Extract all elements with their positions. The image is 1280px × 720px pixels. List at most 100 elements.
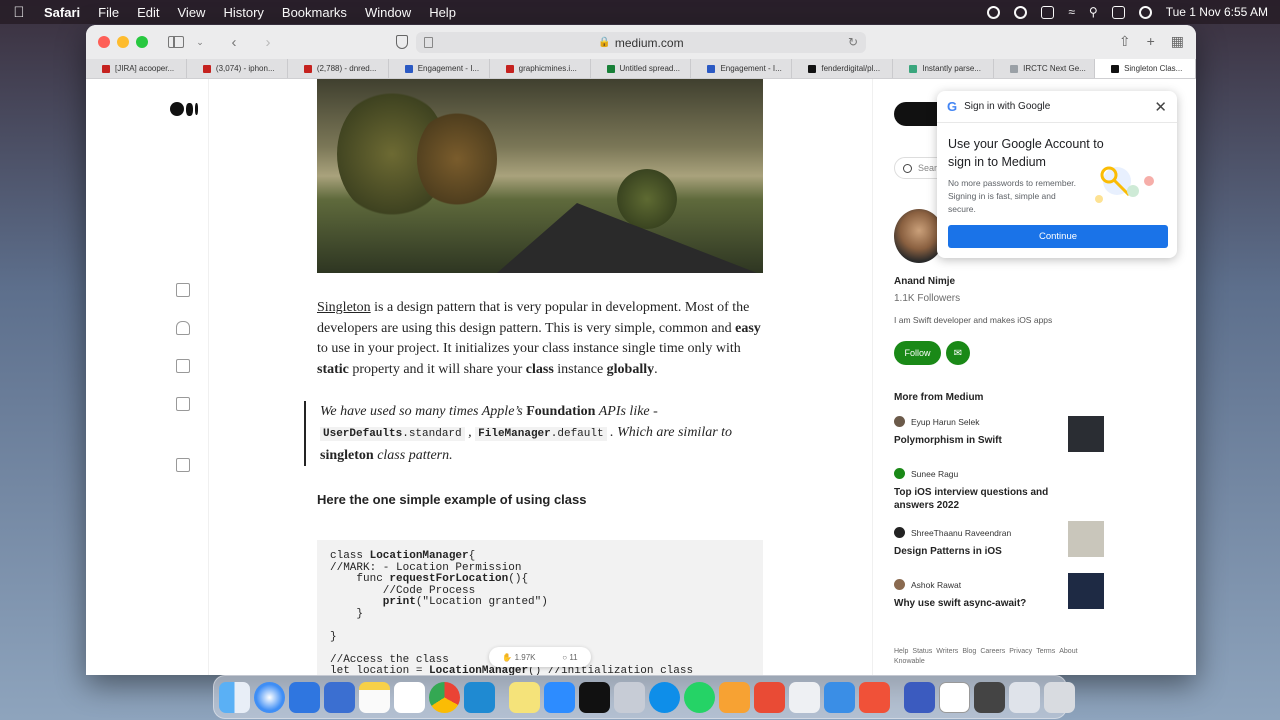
- story-thumbnail[interactable]: [1068, 521, 1104, 557]
- reload-icon[interactable]: ↻: [848, 35, 858, 49]
- menu-file[interactable]: File: [98, 5, 119, 20]
- story-author[interactable]: Ashok Rawat: [911, 580, 961, 590]
- footer-link[interactable]: Terms: [1036, 648, 1055, 655]
- textedit-icon[interactable]: [789, 681, 820, 713]
- footer-link[interactable]: Knowable: [894, 658, 925, 665]
- story-author[interactable]: Sunee Ragu: [911, 469, 958, 479]
- privacy-shield-icon[interactable]: [396, 35, 408, 49]
- browser-tab-active[interactable]: Singleton Clas...: [1095, 59, 1196, 78]
- finder-icon[interactable]: [219, 681, 250, 713]
- battery-icon[interactable]: [1041, 5, 1055, 19]
- home-icon[interactable]: [176, 283, 190, 297]
- notifications-bell-icon[interactable]: [176, 321, 190, 335]
- footer-link[interactable]: Status: [912, 648, 932, 655]
- sidebar-toggle-icon[interactable]: [168, 36, 184, 48]
- swift-icon[interactable]: [859, 681, 890, 713]
- focus-status-icon[interactable]: [1014, 5, 1028, 19]
- bookmark-lists-icon[interactable]: [176, 359, 190, 373]
- window-thumbnail-icon[interactable]: [939, 681, 970, 713]
- footer-link[interactable]: About: [1059, 648, 1077, 655]
- minimize-window-button[interactable]: [117, 36, 129, 48]
- keynote-icon[interactable]: [824, 681, 855, 713]
- write-icon[interactable]: [176, 458, 190, 472]
- zoom-window-button[interactable]: [136, 36, 148, 48]
- story-thumbnail[interactable]: [1068, 416, 1104, 452]
- app-menu[interactable]: Safari: [44, 5, 80, 20]
- vscode-icon[interactable]: [464, 681, 495, 713]
- browser-tab[interactable]: Engagement - I...: [389, 59, 490, 78]
- story-title[interactable]: Design Patterns in iOS: [894, 545, 1054, 558]
- control-center-icon[interactable]: [1111, 5, 1125, 19]
- terminal-icon[interactable]: [579, 681, 610, 713]
- notes-icon[interactable]: [359, 681, 390, 713]
- browser-tab[interactable]: (3,074) - iphon...: [187, 59, 288, 78]
- browser-tab[interactable]: [JIRA] acooper...: [86, 59, 187, 78]
- story-author[interactable]: Eyup Harun Selek: [911, 417, 980, 427]
- footer-link[interactable]: Writers: [936, 648, 958, 655]
- recommended-story[interactable]: Sunee Ragu Top iOS interview questions a…: [894, 468, 1104, 512]
- recommended-story[interactable]: Ashok Rawat Why use swift async-await?: [894, 573, 1104, 610]
- xcode-icon[interactable]: [289, 681, 320, 713]
- teamviewer-icon[interactable]: [649, 681, 680, 713]
- story-title[interactable]: Why use swift async-await?: [894, 597, 1054, 610]
- downloads-icon[interactable]: [1009, 681, 1040, 713]
- recommended-story[interactable]: Eyup Harun Selek Polymorphism in Swift: [894, 416, 1104, 452]
- browser-tab[interactable]: IRCTC Next Ge...: [994, 59, 1096, 78]
- stickies-icon[interactable]: [509, 681, 540, 713]
- menu-bookmarks[interactable]: Bookmarks: [282, 5, 347, 20]
- back-button[interactable]: ‹: [224, 34, 244, 51]
- address-bar[interactable]: 🔒 medium.com ↻: [416, 32, 866, 53]
- wifi-icon[interactable]: ≈: [1068, 5, 1075, 19]
- slack-icon[interactable]: [394, 681, 425, 713]
- footer-link[interactable]: Privacy: [1009, 648, 1032, 655]
- document-icon[interactable]: [904, 681, 935, 713]
- story-title[interactable]: Polymorphism in Swift: [894, 434, 1054, 447]
- share-icon[interactable]: ⇧: [1119, 33, 1131, 50]
- record-status-icon[interactable]: [987, 5, 1001, 19]
- whatsapp-icon[interactable]: [684, 681, 715, 713]
- subscribe-email-button[interactable]: ✉: [946, 341, 970, 365]
- browser-tab[interactable]: graphicmines.i...: [490, 59, 591, 78]
- git-client-icon[interactable]: [754, 681, 785, 713]
- simulator-icon[interactable]: [974, 681, 1005, 713]
- preview-icon[interactable]: [614, 681, 645, 713]
- menu-help[interactable]: Help: [429, 5, 456, 20]
- menu-history[interactable]: History: [223, 5, 263, 20]
- menubar-clock[interactable]: Tue 1 Nov 6:55 AM: [1166, 5, 1268, 19]
- clap-button[interactable]: ✋ 1.97K: [502, 653, 535, 662]
- chevron-down-icon[interactable]: ⌄: [190, 37, 210, 48]
- browser-tab[interactable]: Engagement - I...: [691, 59, 793, 78]
- story-title[interactable]: Top iOS interview questions and answers …: [894, 486, 1054, 512]
- story-thumbnail[interactable]: [1068, 573, 1104, 609]
- browser-tab[interactable]: Instantly parse...: [893, 59, 995, 78]
- zoom-icon[interactable]: [544, 681, 575, 713]
- continue-button[interactable]: Continue: [948, 225, 1168, 248]
- new-tab-icon[interactable]: +: [1147, 33, 1155, 50]
- story-author[interactable]: ShreeThaanu Raveendran: [911, 528, 1011, 538]
- chrome-icon[interactable]: [429, 681, 460, 713]
- apple-menu-icon[interactable]: : [12, 4, 26, 21]
- medium-logo[interactable]: [170, 102, 198, 116]
- trash-icon[interactable]: [1044, 681, 1075, 713]
- singleton-link[interactable]: Singleton: [317, 300, 371, 315]
- menu-window[interactable]: Window: [365, 5, 411, 20]
- browser-tab[interactable]: fenderdigital/pl...: [792, 59, 894, 78]
- close-window-button[interactable]: [98, 36, 110, 48]
- follow-button[interactable]: Follow: [894, 341, 941, 365]
- author-name[interactable]: Anand Nimje: [894, 276, 955, 287]
- menu-view[interactable]: View: [178, 5, 206, 20]
- safari-icon[interactable]: [254, 681, 285, 713]
- footer-link[interactable]: Help: [894, 648, 908, 655]
- comment-button[interactable]: ○ 11: [562, 653, 577, 662]
- pages-icon[interactable]: [719, 681, 750, 713]
- tab-overview-icon[interactable]: ▦: [1171, 33, 1184, 50]
- footer-link[interactable]: Blog: [962, 648, 976, 655]
- siri-icon[interactable]: [1138, 5, 1152, 19]
- forward-button[interactable]: ›: [258, 34, 278, 51]
- spotlight-icon[interactable]: ⚲: [1089, 5, 1098, 19]
- recommended-story[interactable]: ShreeThaanu Raveendran Design Patterns i…: [894, 521, 1104, 558]
- browser-tab[interactable]: (2,788) - dnred...: [288, 59, 389, 78]
- menu-edit[interactable]: Edit: [137, 5, 159, 20]
- stories-icon[interactable]: [176, 397, 190, 411]
- browser-tab[interactable]: Untitled spread...: [591, 59, 692, 78]
